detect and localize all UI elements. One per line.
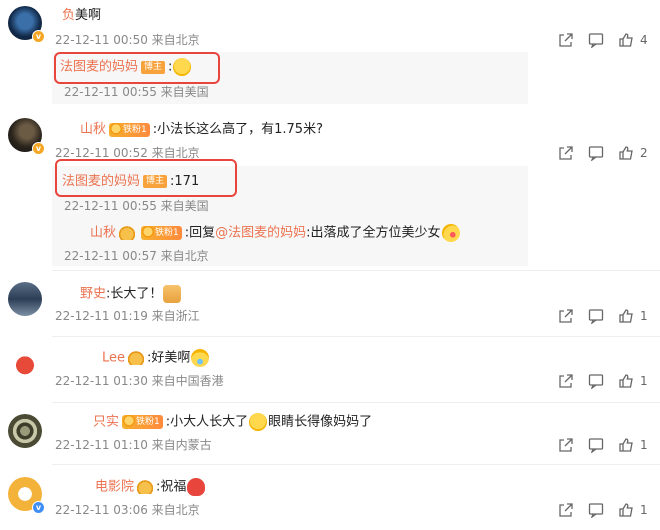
- comment-icon[interactable]: [586, 436, 606, 454]
- comment-meta: 22-12-11 01:19 来自浙江: [55, 309, 200, 323]
- divider: [52, 270, 660, 271]
- share-icon[interactable]: [556, 436, 576, 454]
- share-icon[interactable]: [556, 307, 576, 325]
- fan-badge: 铁粉1: [122, 413, 163, 429]
- reply-meta: 22-12-11 00:55 来自美国: [64, 199, 209, 213]
- comment-item: Lee :好美啊 22-12-11 01:30 来自中国香港 1: [0, 342, 660, 402]
- reply-prefix: :回复: [184, 225, 216, 241]
- comment-body: :祝福: [156, 479, 187, 495]
- comment-icon[interactable]: [586, 372, 606, 390]
- comment-actions: 1: [546, 307, 648, 325]
- comment-icon[interactable]: [586, 307, 606, 325]
- comment-body: :长大了！: [106, 286, 163, 302]
- fan-badge: 铁粉1: [141, 224, 182, 240]
- comment-body-cont: 眼睛长得像妈妈了: [268, 414, 373, 430]
- comment-item: v 负美啊 22-12-11 00:50 来自北京 4 法图麦的妈妈 博主: 22…: [0, 0, 660, 110]
- like-count: 4: [640, 33, 648, 47]
- comment-actions: 1: [546, 372, 648, 390]
- heart-emoji: [187, 478, 206, 496]
- like-count: 1: [640, 503, 648, 517]
- comment-item: 只实 铁粉1:小大人长大了 眼睛长得像妈妈了 22-12-11 01:10 来自内蒙…: [0, 406, 660, 462]
- crying-emoji: [191, 349, 210, 367]
- comment-icon[interactable]: [586, 144, 606, 162]
- divider: [52, 336, 660, 337]
- comment-author[interactable]: 野史: [80, 287, 106, 302]
- comment-author[interactable]: 只实: [93, 415, 119, 430]
- reply-author[interactable]: 山秋: [90, 226, 116, 241]
- comment-author[interactable]: 负: [62, 8, 75, 23]
- like-icon[interactable]: [616, 307, 636, 325]
- comment-author[interactable]: 山秋: [80, 122, 106, 137]
- comment-item: v 山秋 铁粉1:小法长这么高了，有1.75米? 22-12-11 00:52 来…: [0, 112, 660, 270]
- like-icon[interactable]: [616, 372, 636, 390]
- comment-actions: 1: [546, 436, 648, 454]
- comment-author[interactable]: 电影院: [95, 480, 134, 495]
- reply-body: :出落成了全方位美少女: [306, 225, 441, 241]
- comment-meta: 22-12-11 01:10 来自内蒙古: [55, 438, 212, 452]
- verified-badge-icon: v: [32, 501, 45, 514]
- comment-text: 野史:长大了！: [80, 285, 182, 304]
- like-count: 1: [640, 309, 648, 323]
- comment-text: Lee :好美啊: [102, 349, 210, 368]
- divider: [52, 402, 660, 403]
- comment-actions: 1: [546, 501, 648, 519]
- comment-item: 野史:长大了！ 22-12-11 01:19 来自浙江 1: [0, 278, 660, 336]
- comment-icon[interactable]: [586, 31, 606, 49]
- verified-gold-icon: [119, 226, 136, 240]
- comment-actions: 2: [546, 144, 648, 162]
- comment-meta: 22-12-11 03:06 来自北京: [55, 503, 200, 517]
- verified-badge-icon: v: [32, 142, 45, 155]
- comment-meta: 22-12-11 00:50 来自北京: [55, 33, 200, 47]
- smile-emoji: [249, 413, 268, 431]
- comment-text: 电影院 :祝福: [95, 478, 206, 497]
- share-icon[interactable]: [556, 501, 576, 519]
- avatar[interactable]: [8, 282, 42, 316]
- like-icon[interactable]: [616, 144, 636, 162]
- comment-text: 负美啊: [62, 7, 101, 25]
- avatar[interactable]: [8, 350, 42, 384]
- comment-author[interactable]: Lee: [102, 351, 125, 366]
- comment-body: :小法长这么高了，有1.75米?: [152, 122, 323, 137]
- comment-body: :好美啊: [147, 350, 191, 366]
- reply-text: 山秋 铁粉1:回复@法图麦的妈妈:出落成了全方位美少女: [90, 224, 461, 243]
- comment-text: 只实 铁粉1:小大人长大了 眼睛长得像妈妈了: [93, 413, 372, 432]
- comment-actions: 4: [546, 31, 648, 49]
- thumbs-up-emoji: [163, 285, 182, 303]
- fan-badge: 铁粉1: [109, 120, 150, 137]
- comment-item: v 电影院 :祝福 22-12-11 03:06 来自北京 1: [0, 470, 660, 530]
- highlight-box: [54, 52, 220, 84]
- kiss-emoji: [441, 224, 460, 242]
- verified-gold-icon: [137, 480, 154, 494]
- like-icon[interactable]: [616, 501, 636, 519]
- like-icon[interactable]: [616, 436, 636, 454]
- reply-meta: 22-12-11 00:57 来自北京: [64, 249, 209, 263]
- share-icon[interactable]: [556, 31, 576, 49]
- verified-badge-icon: v: [32, 30, 45, 43]
- reply-meta: 22-12-11 00:55 来自美国: [64, 85, 209, 99]
- share-icon[interactable]: [556, 144, 576, 162]
- like-count: 1: [640, 374, 648, 388]
- highlight-box: [55, 159, 237, 197]
- mention-link[interactable]: @法图麦的妈妈: [215, 226, 306, 241]
- like-icon[interactable]: [616, 31, 636, 49]
- divider: [52, 464, 660, 465]
- comment-icon[interactable]: [586, 501, 606, 519]
- share-icon[interactable]: [556, 372, 576, 390]
- comment-body: :小大人长大了: [165, 414, 249, 430]
- verified-gold-icon: [128, 351, 145, 365]
- like-count: 1: [640, 438, 648, 452]
- like-count: 2: [640, 146, 648, 160]
- comment-body: 美啊: [75, 8, 102, 23]
- comment-meta: 22-12-11 01:30 来自中国香港: [55, 374, 224, 388]
- avatar[interactable]: [8, 414, 42, 448]
- comment-text: 山秋 铁粉1:小法长这么高了，有1.75米?: [80, 120, 323, 139]
